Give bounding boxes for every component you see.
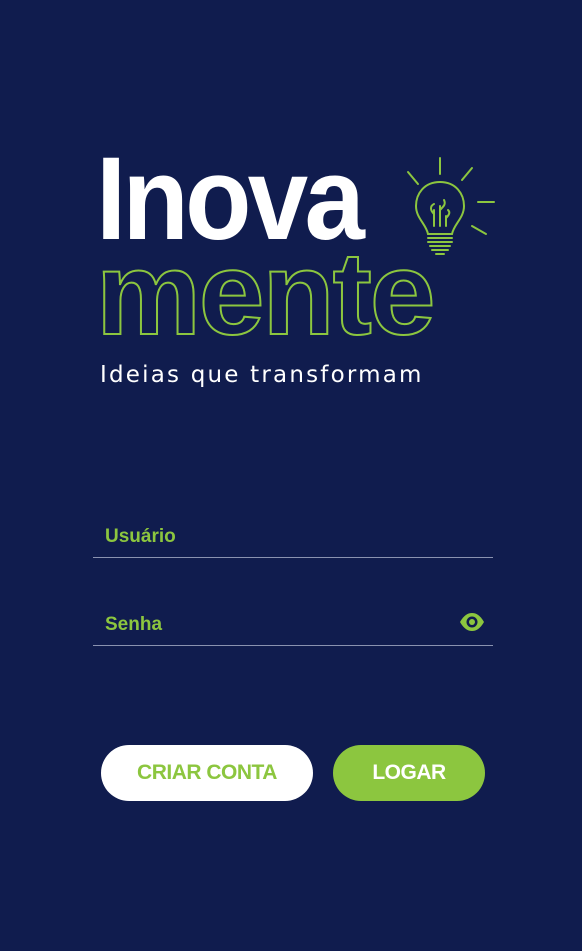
- create-account-button[interactable]: CRIAR CONTA: [101, 745, 313, 801]
- password-input[interactable]: [103, 613, 447, 637]
- logo-word-mente: mente: [96, 238, 437, 348]
- username-input[interactable]: [103, 525, 447, 549]
- svg-text:mente: mente: [96, 238, 434, 348]
- eye-icon[interactable]: [459, 612, 485, 632]
- logo-tagline: Ideias que transformam: [100, 362, 424, 388]
- username-field[interactable]: [93, 505, 493, 558]
- brand-logo: Inova mente Ideias que transformam: [96, 140, 496, 393]
- login-button[interactable]: LOGAR: [333, 745, 485, 801]
- password-field[interactable]: [93, 593, 493, 646]
